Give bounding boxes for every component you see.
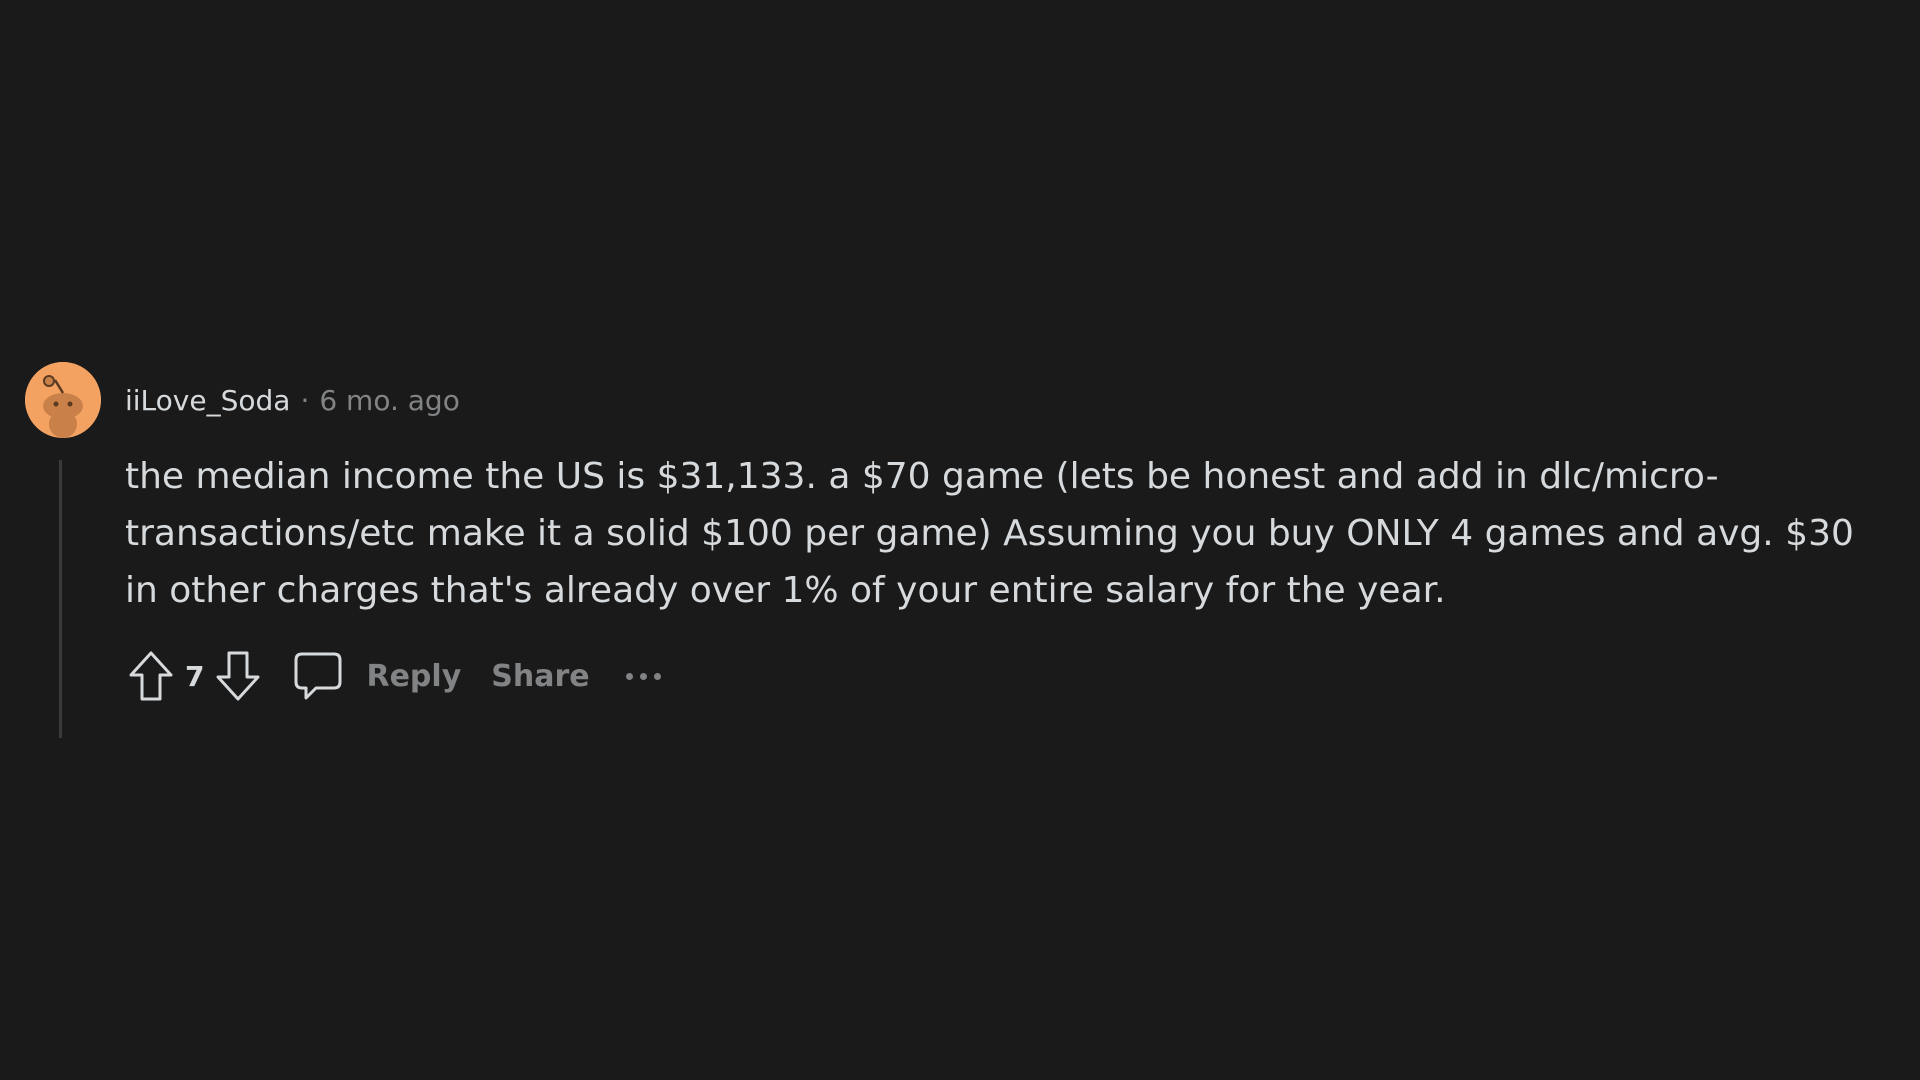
meta-separator: · [300,383,310,417]
more-dot-icon [639,672,647,680]
snoo-avatar-icon [25,362,101,438]
reply-button[interactable]: Reply [366,659,461,694]
author-name[interactable]: iiLove_Soda [125,384,290,417]
comment-body: the median income the US is $31,133. a $… [125,456,1854,611]
vote-count: 7 [185,659,205,693]
timestamp[interactable]: 6 mo. ago [319,384,460,417]
comment-meta: iiLove_Soda · 6 mo. ago [125,380,460,420]
more-dot-icon [625,672,633,680]
more-options-button[interactable] [625,646,661,706]
share-button[interactable]: Share [491,659,589,694]
downvote-button[interactable] [208,646,268,706]
comment-button[interactable] [288,646,348,706]
comment-bubble-icon [294,652,342,700]
upvote-arrow-icon [129,651,173,701]
thread-line[interactable] [59,460,62,738]
more-dot-icon [653,672,661,680]
avatar[interactable] [25,362,101,438]
downvote-arrow-icon [216,651,260,701]
upvote-button[interactable] [121,646,181,706]
comment-actions: 7 Reply Share [121,646,661,706]
